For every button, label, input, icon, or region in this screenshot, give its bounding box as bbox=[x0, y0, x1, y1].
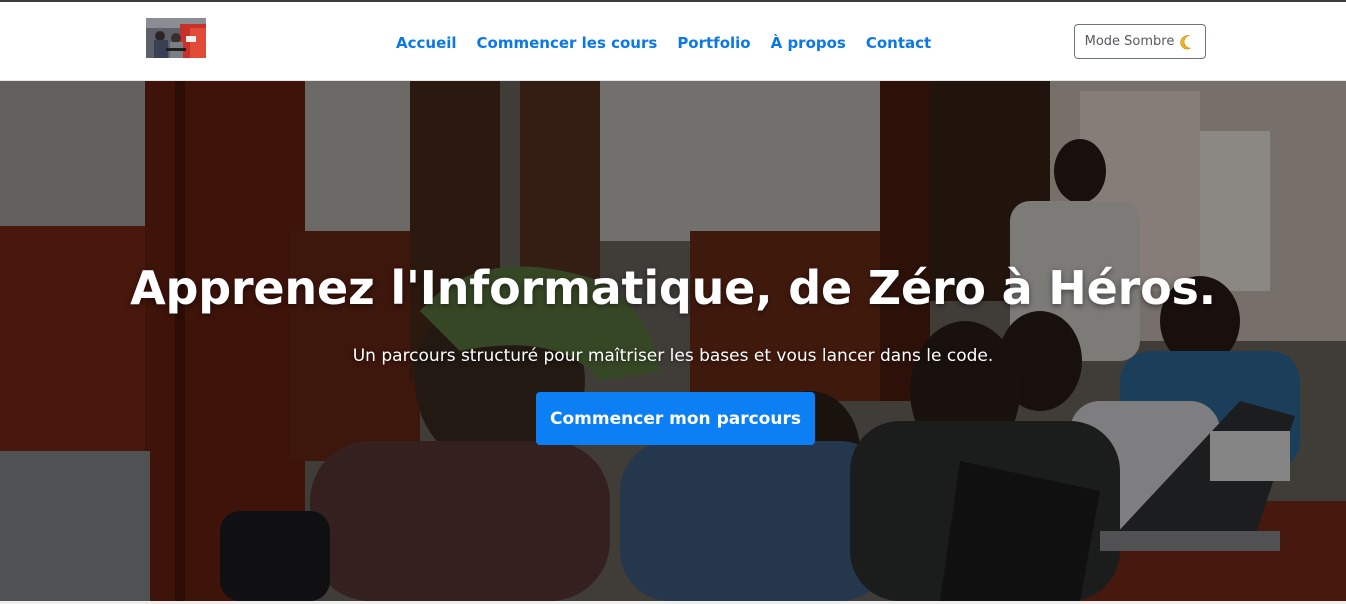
main-nav: Accueil Commencer les cours Portfolio À … bbox=[386, 32, 941, 54]
navbar: Accueil Commencer les cours Portfolio À … bbox=[0, 2, 1346, 81]
nav-link-accueil[interactable]: Accueil bbox=[386, 32, 467, 54]
hero-title: Apprenez l'Informatique, de Zéro à Héros… bbox=[130, 261, 1216, 315]
nav-link-portfolio[interactable]: Portfolio bbox=[667, 32, 760, 54]
nav-link-contact[interactable]: Contact bbox=[856, 32, 941, 54]
nav-link-commencer-les-cours[interactable]: Commencer les cours bbox=[467, 32, 668, 54]
start-journey-button[interactable]: Commencer mon parcours bbox=[536, 392, 815, 445]
hero-overlay bbox=[0, 81, 1346, 601]
logo-photo-icon bbox=[146, 18, 206, 58]
hero-section: Apprenez l'Informatique, de Zéro à Héros… bbox=[0, 81, 1346, 601]
nav-link-a-propos[interactable]: À propos bbox=[761, 32, 856, 54]
mode-toggle-label: Mode Sombre bbox=[1084, 34, 1175, 49]
hero-subtitle: Un parcours structuré pour maîtriser les… bbox=[352, 346, 994, 366]
moon-icon bbox=[1179, 34, 1195, 50]
site-logo[interactable] bbox=[146, 18, 206, 58]
dark-mode-toggle-button[interactable]: Mode Sombre bbox=[1074, 24, 1206, 59]
